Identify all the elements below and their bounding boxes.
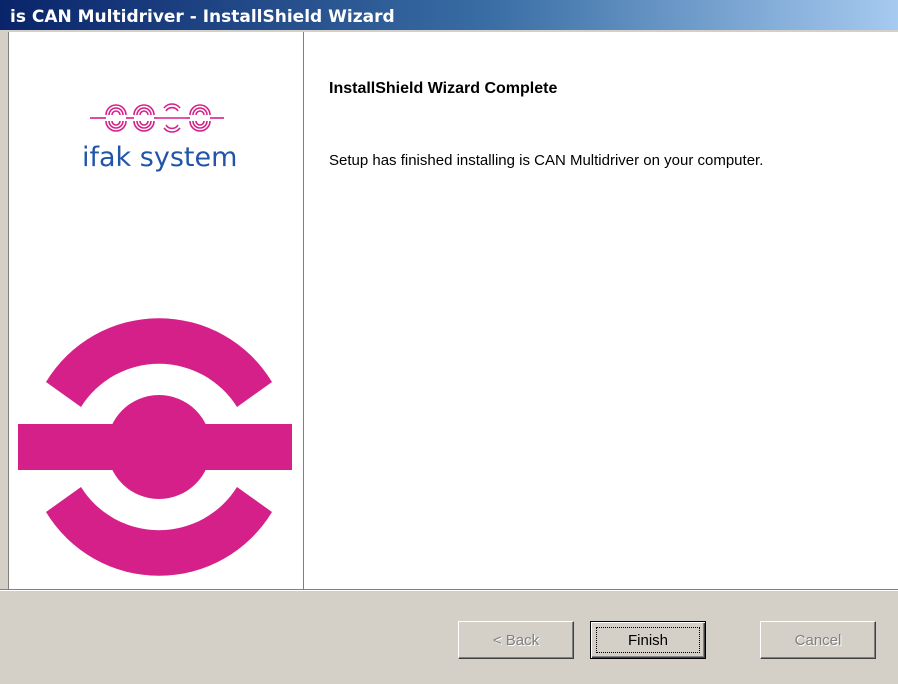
back-button[interactable]: < Back bbox=[458, 621, 574, 659]
logo-text: ifak system bbox=[82, 142, 238, 173]
window-title: is CAN Multidriver - InstallShield Wizar… bbox=[10, 7, 395, 27]
cancel-button[interactable]: Cancel bbox=[760, 621, 876, 659]
finish-button-label: Finish bbox=[627, 631, 668, 649]
finish-button[interactable]: Finish bbox=[590, 621, 706, 659]
cancel-button-label: Cancel bbox=[794, 631, 842, 649]
ifak-logo-mark-icon bbox=[18, 103, 292, 576]
panel-divider bbox=[303, 32, 305, 590]
completion-message: Setup has finished installing is CAN Mul… bbox=[329, 152, 764, 169]
page-title: InstallShield Wizard Complete bbox=[329, 80, 558, 97]
title-bar[interactable]: is CAN Multidriver - InstallShield Wizar… bbox=[0, 0, 898, 32]
back-button-label: < Back bbox=[492, 631, 540, 649]
window-left-border bbox=[0, 32, 9, 590]
footer-divider bbox=[0, 589, 898, 591]
brand-panel: ifak system bbox=[9, 32, 303, 590]
